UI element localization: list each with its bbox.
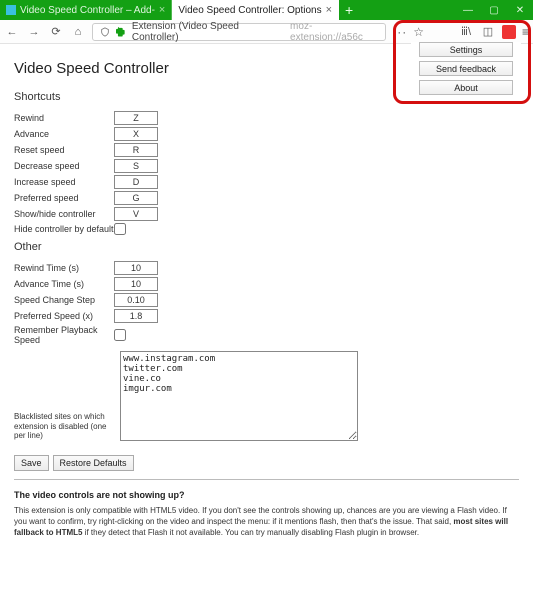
extension-popup-menu: Settings Send feedback About (411, 42, 521, 95)
back-button[interactable]: ← (4, 24, 20, 40)
row-label: Reset speed (14, 145, 114, 155)
faq-text: if they detect that Flash it not availab… (82, 528, 419, 537)
hide-default-row: Hide controller by default (14, 223, 519, 235)
pocket-icon[interactable] (502, 25, 516, 39)
about-button[interactable]: About (419, 80, 513, 95)
rewind-time-input[interactable] (114, 261, 158, 275)
button-bar: Save Restore Defaults (14, 455, 519, 471)
settings-button[interactable]: Settings (419, 42, 513, 57)
remember-speed-checkbox[interactable] (114, 329, 126, 341)
urlbar-url-tail: moz-extension://a56c (290, 21, 381, 43)
tab-favicon (6, 5, 16, 15)
shortcut-row-rewind: Rewind (14, 111, 519, 125)
close-icon[interactable]: × (159, 4, 165, 16)
other-row-prefspeed: Preferred Speed (x) (14, 309, 519, 323)
tab-1[interactable]: Video Speed Controller: Options × (172, 0, 339, 20)
tab-label: Video Speed Controller – Add- (20, 5, 155, 16)
window-titlebar: Video Speed Controller – Add- × Video Sp… (0, 0, 533, 20)
row-label: Increase speed (14, 177, 114, 187)
shortcut-row-advance: Advance (14, 127, 519, 141)
row-label: Preferred speed (14, 193, 114, 203)
blacklist-textarea[interactable] (120, 351, 358, 441)
close-icon[interactable]: × (326, 4, 332, 16)
tab-0[interactable]: Video Speed Controller – Add- × (0, 0, 172, 20)
row-label: Speed Change Step (14, 295, 114, 305)
other-row-step: Speed Change Step (14, 293, 519, 307)
shortcut-row-showhide: Show/hide controller (14, 207, 519, 221)
shortcut-input-showhide[interactable] (114, 207, 158, 221)
row-label: Preferred Speed (x) (14, 311, 114, 321)
blacklist-label: Blacklisted sites on which extension is … (14, 412, 114, 441)
sidebar-icon[interactable]: ◫ (480, 24, 496, 40)
shortcut-row-increase: Increase speed (14, 175, 519, 189)
tab-label: Video Speed Controller: Options (178, 5, 321, 16)
shortcut-row-decrease: Decrease speed (14, 159, 519, 173)
page-actions-icon[interactable]: ··· (392, 25, 407, 39)
urlbar-extension-name: Extension (Video Speed Controller) (132, 21, 282, 43)
browser-toolbar: ← → ⟳ ⌂ Extension (Video Speed Controlle… (0, 20, 533, 44)
other-row-advancetime: Advance Time (s) (14, 277, 519, 291)
section-other-heading: Other (14, 241, 519, 253)
faq-heading: The video controls are not showing up? (14, 490, 519, 500)
preferred-speed-input[interactable] (114, 309, 158, 323)
options-page: Video Speed Controller Shortcuts Rewind … (0, 44, 533, 548)
bookmark-icon[interactable]: ☆ (413, 25, 424, 39)
shortcut-input-decrease[interactable] (114, 159, 158, 173)
row-label: Rewind (14, 113, 114, 123)
faq-text: This extension is only compatible with H… (14, 506, 507, 526)
url-bar[interactable]: Extension (Video Speed Controller) moz-e… (92, 23, 386, 41)
faq-body: This extension is only compatible with H… (14, 506, 519, 538)
window-controls: — ▢ ✕ (455, 0, 533, 20)
reload-button[interactable]: ⟳ (48, 24, 64, 40)
row-label: Advance Time (s) (14, 279, 114, 289)
row-label: Hide controller by default (14, 224, 114, 234)
row-label: Remember Playback Speed (14, 325, 114, 345)
speed-step-input[interactable] (114, 293, 158, 307)
row-label: Show/hide controller (14, 209, 114, 219)
save-button[interactable]: Save (14, 455, 49, 471)
shortcut-row-reset: Reset speed (14, 143, 519, 157)
close-button[interactable]: ✕ (507, 0, 533, 20)
library-icon[interactable]: ⅲ\ (458, 24, 474, 40)
row-label: Rewind Time (s) (14, 263, 114, 273)
other-row-rewindtime: Rewind Time (s) (14, 261, 519, 275)
menu-button[interactable]: ≡ (522, 25, 529, 39)
maximize-button[interactable]: ▢ (481, 0, 507, 20)
advance-time-input[interactable] (114, 277, 158, 291)
shortcut-input-preferred[interactable] (114, 191, 158, 205)
restore-defaults-button[interactable]: Restore Defaults (53, 455, 134, 471)
send-feedback-button[interactable]: Send feedback (419, 61, 513, 76)
row-label: Decrease speed (14, 161, 114, 171)
hide-default-checkbox[interactable] (114, 223, 126, 235)
extension-icon (116, 26, 128, 38)
home-button[interactable]: ⌂ (70, 24, 86, 40)
new-tab-button[interactable]: + (339, 0, 359, 20)
divider (14, 479, 519, 480)
shortcut-input-increase[interactable] (114, 175, 158, 189)
shortcut-input-rewind[interactable] (114, 111, 158, 125)
blacklist-row: Blacklisted sites on which extension is … (14, 351, 519, 441)
shortcut-row-preferred: Preferred speed (14, 191, 519, 205)
shortcut-input-advance[interactable] (114, 127, 158, 141)
forward-button[interactable]: → (26, 24, 42, 40)
shield-icon (97, 24, 112, 40)
remember-speed-row: Remember Playback Speed (14, 325, 519, 345)
shortcut-input-reset[interactable] (114, 143, 158, 157)
minimize-button[interactable]: — (455, 0, 481, 20)
row-label: Advance (14, 129, 114, 139)
